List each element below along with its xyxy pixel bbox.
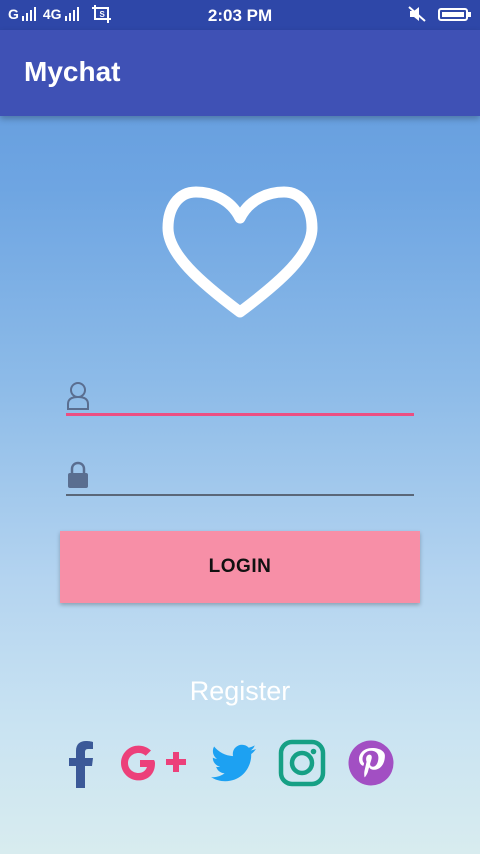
register-link[interactable]: Register xyxy=(0,676,480,707)
heart-logo-icon xyxy=(162,186,318,318)
app-title: Mychat xyxy=(24,56,121,87)
lock-icon xyxy=(68,461,88,488)
password-input[interactable] xyxy=(102,456,412,494)
username-input[interactable] xyxy=(102,376,412,414)
app-bar: Mychat xyxy=(0,30,480,116)
status-bar: G 4G S 2:03 PM xyxy=(0,0,480,30)
password-field[interactable] xyxy=(66,456,414,496)
twitter-icon[interactable] xyxy=(208,738,258,788)
instagram-icon[interactable] xyxy=(278,738,326,788)
google-plus-icon[interactable] xyxy=(116,738,188,788)
username-field[interactable] xyxy=(66,376,414,416)
user-icon xyxy=(67,382,89,410)
login-button[interactable]: LOGIN xyxy=(60,531,420,603)
battery-icon xyxy=(438,7,471,21)
password-underline xyxy=(66,494,414,496)
mute-icon xyxy=(408,6,426,22)
username-underline xyxy=(66,413,414,416)
facebook-icon[interactable] xyxy=(66,738,96,788)
status-right xyxy=(408,6,471,22)
pinterest-icon[interactable] xyxy=(346,738,396,788)
